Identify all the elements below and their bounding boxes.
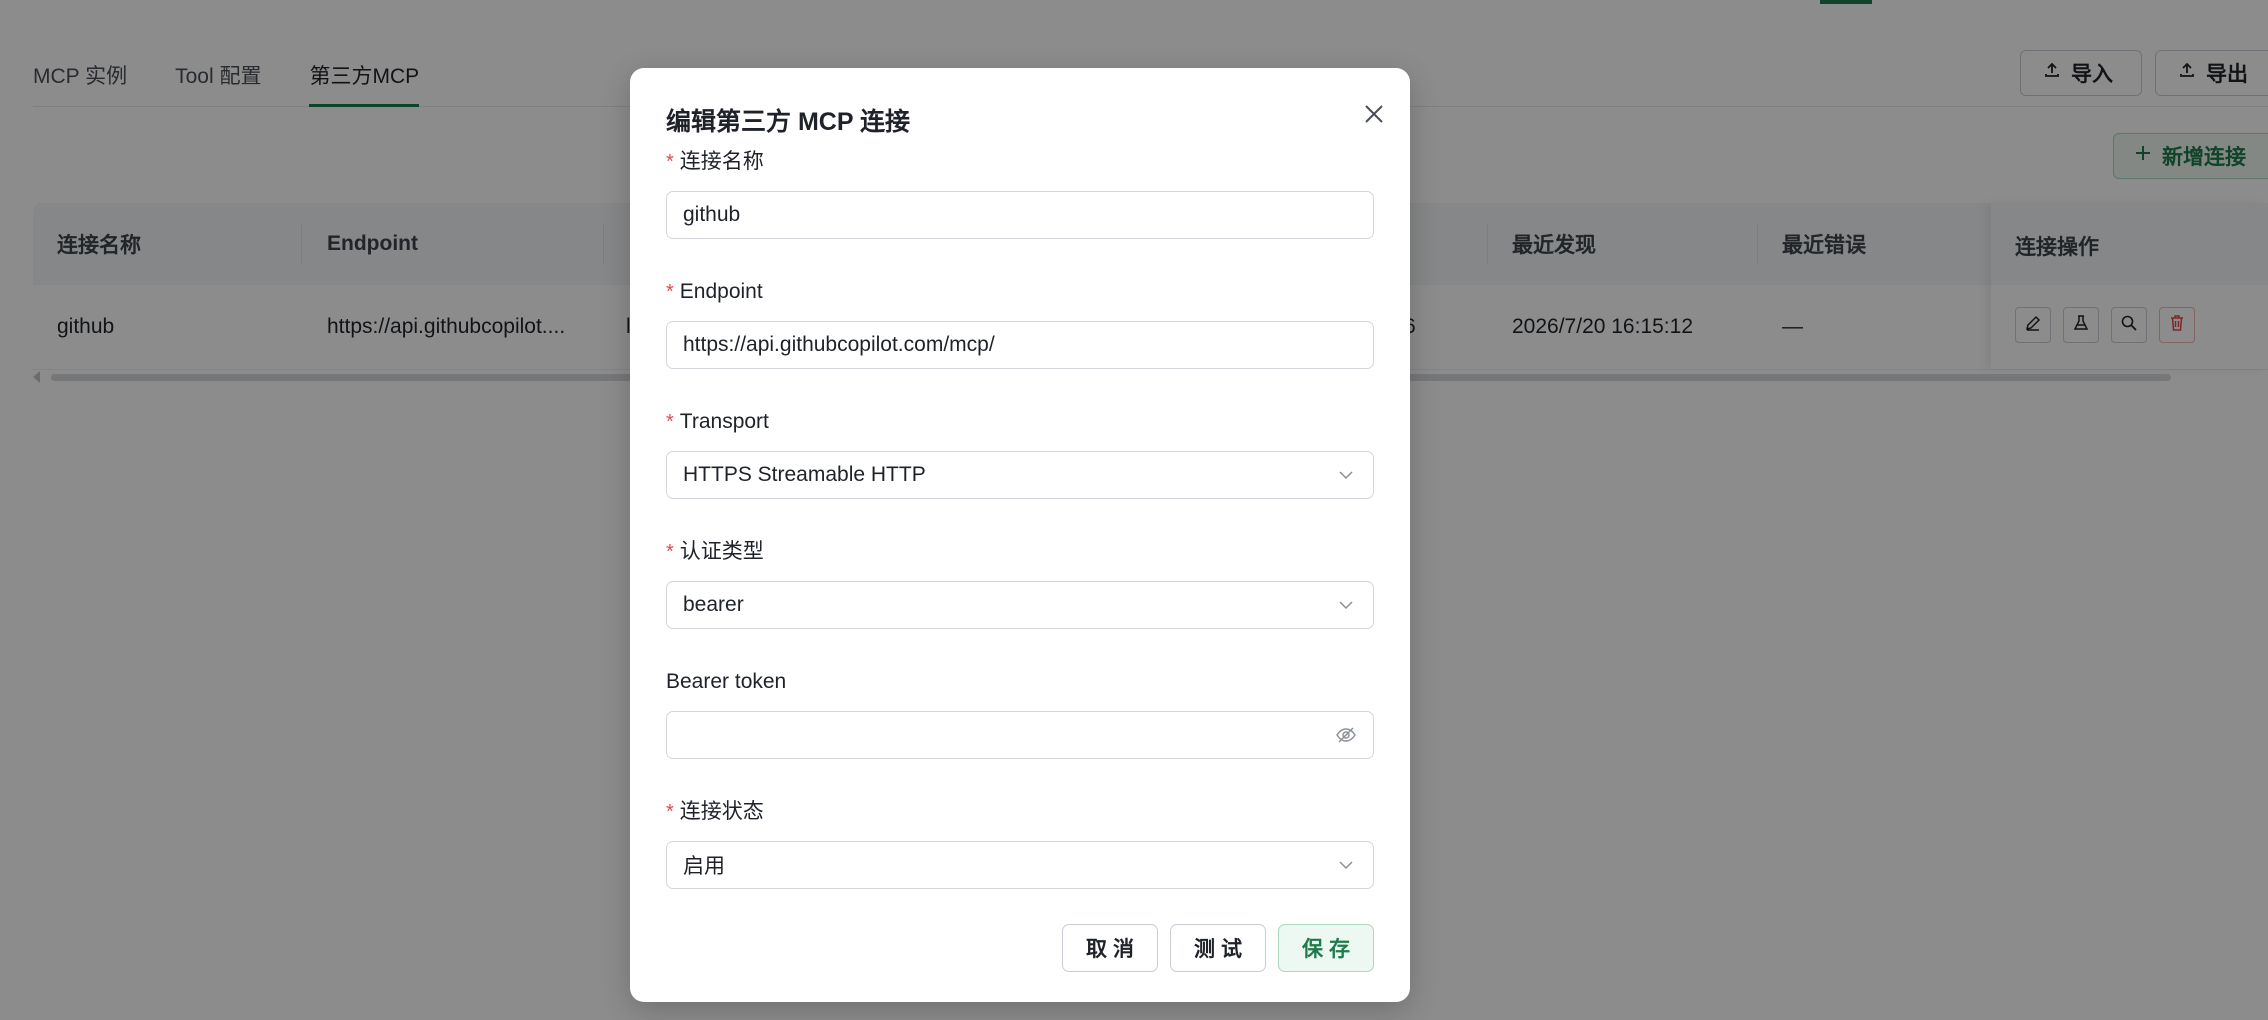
required-mark: * bbox=[666, 801, 674, 823]
eye-off-icon[interactable] bbox=[1335, 724, 1357, 746]
cancel-button[interactable]: 取消 bbox=[1062, 924, 1158, 972]
label-text: Transport bbox=[679, 410, 769, 433]
field-label: * 认证类型 bbox=[666, 538, 1374, 566]
bearer-token-input[interactable] bbox=[683, 723, 1357, 747]
dialog-title: 编辑第三方 MCP 连接 bbox=[666, 108, 910, 136]
chevron-down-icon bbox=[1335, 594, 1357, 616]
field-label: * Transport bbox=[666, 408, 1374, 436]
dialog-footer: 取消 测试 保存 bbox=[1062, 924, 1374, 972]
field-endpoint: * Endpoint bbox=[666, 278, 1374, 369]
connection-name-input-wrapper bbox=[666, 191, 1374, 239]
transport-select[interactable]: HTTPS Streamable HTTP bbox=[666, 451, 1374, 499]
field-connection-status: * 连接状态 启用 bbox=[666, 798, 1374, 889]
field-auth-type: * 认证类型 bearer bbox=[666, 538, 1374, 629]
field-label: * Endpoint bbox=[666, 278, 1374, 306]
required-mark: * bbox=[666, 151, 674, 173]
required-mark: * bbox=[666, 411, 674, 433]
field-connection-name: * 连接名称 bbox=[666, 148, 1374, 239]
status-select[interactable]: 启用 bbox=[666, 841, 1374, 889]
transport-selected-value: HTTPS Streamable HTTP bbox=[683, 463, 926, 486]
save-button[interactable]: 保存 bbox=[1278, 924, 1374, 972]
required-mark: * bbox=[666, 541, 674, 563]
label-text: Bearer token bbox=[666, 670, 787, 693]
label-text: 连接名称 bbox=[679, 150, 764, 173]
auth-type-selected-value: bearer bbox=[683, 593, 744, 616]
endpoint-input[interactable] bbox=[683, 333, 1357, 357]
label-text: 认证类型 bbox=[679, 540, 764, 563]
close-button[interactable] bbox=[1356, 98, 1392, 134]
field-transport: * Transport HTTPS Streamable HTTP bbox=[666, 408, 1374, 499]
label-text: Endpoint bbox=[679, 280, 763, 303]
field-label: * 连接状态 bbox=[666, 798, 1374, 826]
chevron-down-icon bbox=[1335, 854, 1357, 876]
chevron-down-icon bbox=[1335, 464, 1357, 486]
label-text: 连接状态 bbox=[679, 800, 764, 823]
connection-name-input[interactable] bbox=[683, 203, 1357, 227]
endpoint-input-wrapper bbox=[666, 321, 1374, 369]
bearer-token-input-wrapper bbox=[666, 711, 1374, 759]
test-connection-button[interactable]: 测试 bbox=[1170, 924, 1266, 972]
edit-connection-dialog: 编辑第三方 MCP 连接 *连接名称 *Endpoint *Transport … bbox=[630, 68, 1410, 1002]
field-label: * 连接名称 bbox=[666, 148, 1374, 176]
close-icon bbox=[1363, 103, 1385, 130]
field-label: Bearer token bbox=[666, 668, 1374, 696]
field-bearer-token: Bearer token bbox=[666, 668, 1374, 759]
status-selected-value: 启用 bbox=[683, 855, 725, 878]
required-mark: * bbox=[666, 281, 674, 303]
auth-type-select[interactable]: bearer bbox=[666, 581, 1374, 629]
